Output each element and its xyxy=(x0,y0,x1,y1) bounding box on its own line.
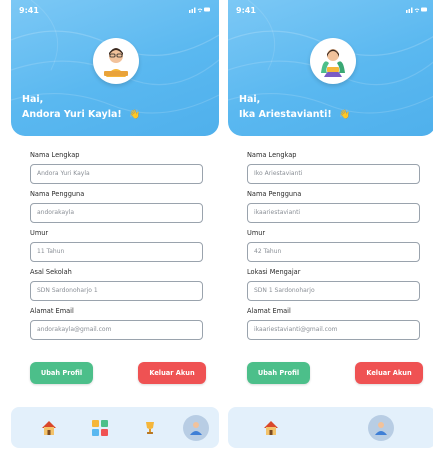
field-email: Alamat Email ikaariestavianti@gmail.com xyxy=(247,307,425,346)
field-email: Alamat Email andorakayla@gmail.com xyxy=(30,307,208,346)
field-username: Nama Pengguna ikaariestavianti xyxy=(247,190,425,229)
edit-profile-button[interactable]: Ubah Profil xyxy=(247,362,310,384)
trophy-icon xyxy=(146,422,154,434)
greeting-block: Hai, Andora Yuri Kayla! 👋 xyxy=(22,92,140,123)
greeting-text: Hai, xyxy=(22,94,44,105)
username-input[interactable]: andorakayla xyxy=(30,203,203,223)
home-icon xyxy=(42,421,56,435)
status-time: 9:41 xyxy=(236,6,256,15)
user-name: Andora Yuri Kayla! xyxy=(22,109,122,120)
age-input[interactable]: 42 Tahun xyxy=(247,242,420,262)
field-teaching-location: Lokasi Mengajar SDN 1 Sardonoharjo xyxy=(247,268,425,307)
nav-profile[interactable] xyxy=(368,415,394,441)
teaching-location-input[interactable]: SDN 1 Sardonoharjo xyxy=(247,281,420,301)
email-input[interactable]: andorakayla@gmail.com xyxy=(30,320,203,340)
full-name-input[interactable]: Iko Ariestavianti xyxy=(247,164,420,184)
field-label: Umur xyxy=(30,229,49,237)
nav-blocks[interactable] xyxy=(87,415,113,441)
profile-icon xyxy=(190,422,202,435)
field-label: Nama Lengkap xyxy=(30,151,80,159)
field-full-name: Nama Lengkap Andora Yuri Kayla xyxy=(30,151,208,190)
field-label: Nama Pengguna xyxy=(30,190,85,198)
user-name: Ika Ariestavianti! xyxy=(239,109,332,120)
student-profile-screen: 9:41 Hai, Andora Yuri Kayla! 👋 Nama Leng… xyxy=(6,0,219,450)
field-label: Lokasi Mengajar xyxy=(247,268,301,276)
age-input[interactable]: 11 Tahun xyxy=(30,242,203,262)
logout-button[interactable]: Keluar Akun xyxy=(355,362,423,384)
status-time: 9:41 xyxy=(19,6,39,15)
signal-wifi-battery-icon xyxy=(189,7,210,13)
signal-wifi-battery-icon xyxy=(406,7,427,13)
username-input[interactable]: ikaariestavianti xyxy=(247,203,420,223)
nav-trophy[interactable] xyxy=(137,415,163,441)
logout-button[interactable]: Keluar Akun xyxy=(138,362,206,384)
waving-hand-icon: 👋 xyxy=(338,110,351,120)
greeting-text: Hai, xyxy=(239,94,261,105)
bottom-nav xyxy=(11,407,219,448)
field-age: Umur 11 Tahun xyxy=(30,229,208,268)
field-username: Nama Pengguna andorakayla xyxy=(30,190,208,229)
blocks-icon xyxy=(92,420,108,436)
field-label: Umur xyxy=(247,229,266,237)
teacher-avatar-icon xyxy=(321,49,345,77)
greeting-block: Hai, Ika Ariestavianti! 👋 xyxy=(239,92,350,123)
field-label: Asal Sekolah xyxy=(30,268,72,276)
field-label: Nama Pengguna xyxy=(247,190,302,198)
field-age: Umur 42 Tahun xyxy=(247,229,425,268)
profile-form: Nama Lengkap Iko Ariestavianti Nama Peng… xyxy=(247,151,425,346)
school-input[interactable]: SDN Sardonoharjo 1 xyxy=(30,281,203,301)
field-label: Alamat Email xyxy=(30,307,74,315)
profile-header: 9:41 Hai, Ika Ariestavianti! 👋 xyxy=(228,0,433,136)
field-label: Alamat Email xyxy=(247,307,291,315)
email-input[interactable]: ikaariestavianti@gmail.com xyxy=(247,320,420,340)
full-name-input[interactable]: Andora Yuri Kayla xyxy=(30,164,203,184)
edit-profile-button[interactable]: Ubah Profil xyxy=(30,362,93,384)
profile-header: 9:41 Hai, Andora Yuri Kayla! 👋 xyxy=(11,0,219,136)
field-label: Nama Lengkap xyxy=(247,151,297,159)
status-icons xyxy=(406,6,428,15)
avatar[interactable] xyxy=(93,38,139,84)
teacher-profile-screen: 9:41 Hai, Ika Ariestavianti! 👋 Nama Leng… xyxy=(223,0,433,450)
nav-home[interactable] xyxy=(258,415,284,441)
bottom-nav xyxy=(228,407,433,448)
nav-profile[interactable] xyxy=(183,415,209,441)
home-icon xyxy=(264,421,278,435)
status-icons xyxy=(189,6,211,15)
profile-icon xyxy=(375,422,387,435)
avatar[interactable] xyxy=(310,38,356,84)
field-full-name: Nama Lengkap Iko Ariestavianti xyxy=(247,151,425,190)
profile-form: Nama Lengkap Andora Yuri Kayla Nama Peng… xyxy=(30,151,208,346)
nav-home[interactable] xyxy=(36,415,62,441)
waving-hand-icon: 👋 xyxy=(129,110,141,120)
field-school: Asal Sekolah SDN Sardonoharjo 1 xyxy=(30,268,208,307)
student-avatar-icon xyxy=(104,48,128,77)
